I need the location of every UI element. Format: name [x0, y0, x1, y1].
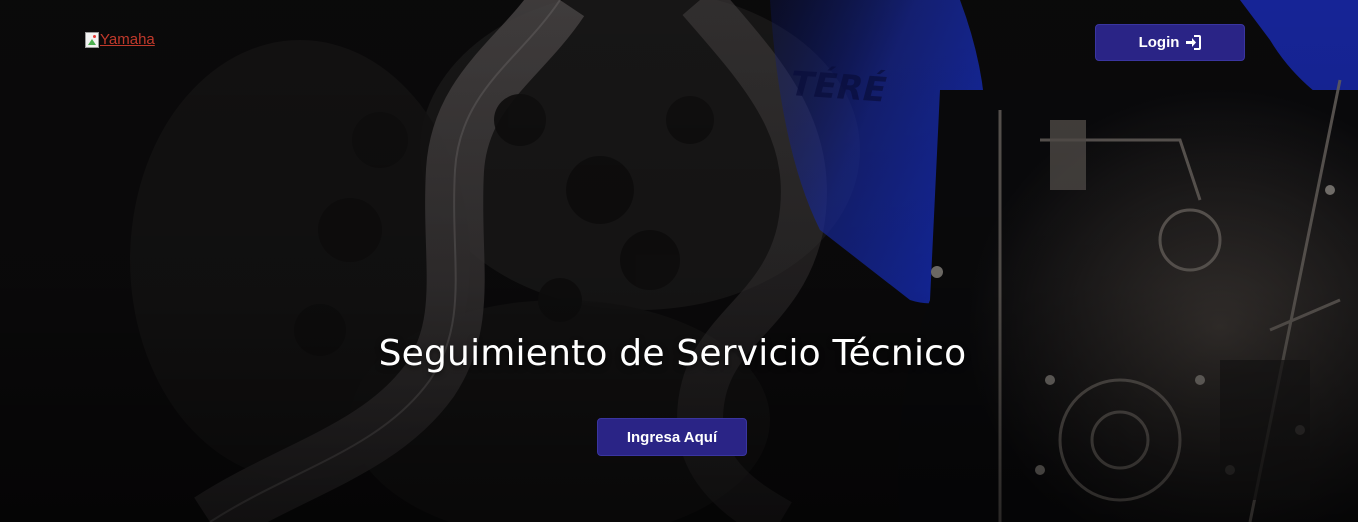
sign-in-icon [1185, 35, 1202, 50]
cta-button-label: Ingresa Aquí [626, 428, 718, 446]
logo-alt-text: Yamaha [100, 31, 155, 48]
svg-text:TÉRÉ: TÉRÉ [789, 63, 887, 111]
broken-image-icon [85, 31, 99, 48]
login-button-label: Login [1138, 34, 1180, 51]
hero-title: Seguimiento de Servicio Técnico [378, 333, 967, 374]
ingresa-aqui-button[interactable]: Ingresa Aquí [597, 418, 747, 456]
yamaha-logo-link[interactable]: Yamaha [85, 31, 155, 48]
hero-section: TÉRÉ Yamaha Login Seguimiento de Servici… [0, 0, 1358, 522]
login-button[interactable]: Login [1095, 24, 1245, 61]
